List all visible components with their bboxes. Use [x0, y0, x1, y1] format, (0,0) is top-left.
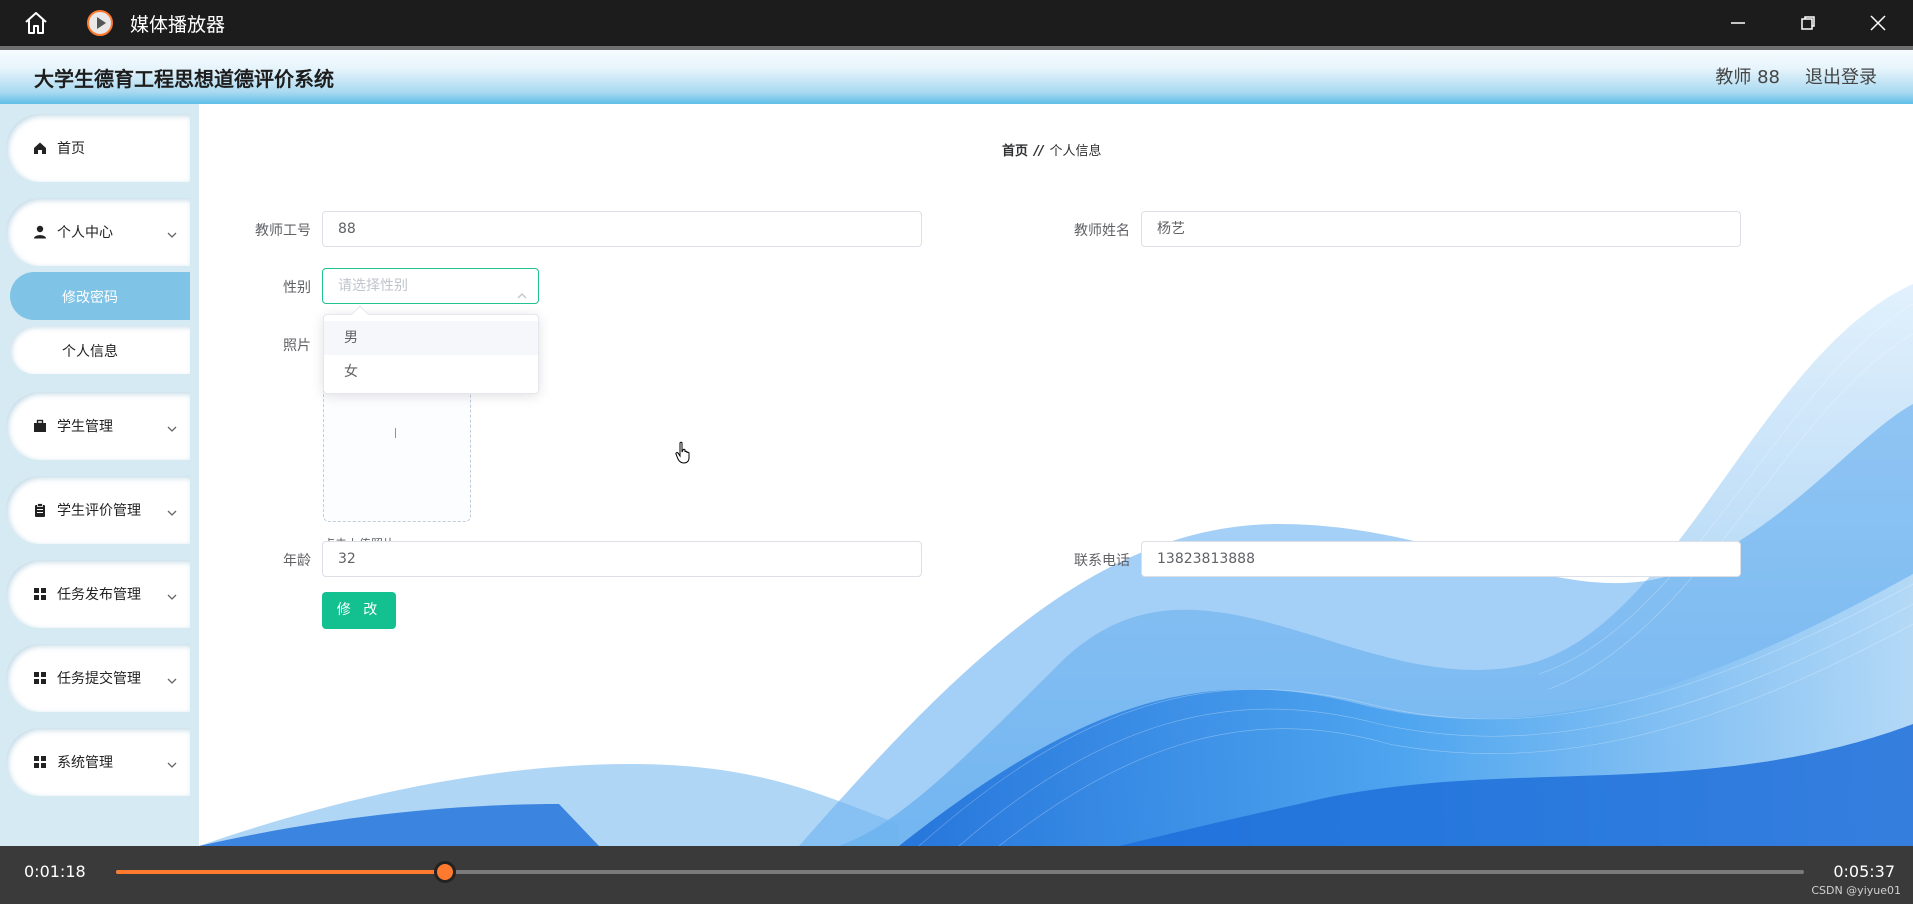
- sidebar-item-student-evaluation[interactable]: 学生评价管理: [6, 476, 190, 544]
- gender-option-male[interactable]: 男: [324, 321, 538, 355]
- sidebar-item-label: 系统管理: [57, 755, 113, 771]
- current-user: 教师 88: [1715, 67, 1780, 88]
- teacher-name-label: 教师姓名: [1074, 223, 1130, 239]
- sidebar-item-label: 学生管理: [57, 419, 113, 435]
- seek-bar[interactable]: [116, 861, 1804, 883]
- chevron-down-icon: [166, 420, 178, 432]
- phone-input[interactable]: 13823813888: [1141, 541, 1741, 577]
- submit-button[interactable]: 修 改: [322, 592, 396, 629]
- chevron-down-icon: [166, 504, 178, 516]
- sidebar-item-personal-center[interactable]: 个人中心: [6, 198, 190, 266]
- breadcrumb-home[interactable]: 首页: [1002, 144, 1028, 159]
- close-icon[interactable]: [1843, 0, 1913, 46]
- sidebar-item-system-management[interactable]: 系统管理: [6, 728, 190, 796]
- play-circle-icon: [86, 9, 114, 37]
- chevron-down-icon: [166, 672, 178, 684]
- chevron-down-icon: [166, 226, 178, 238]
- briefcase-icon: [32, 418, 48, 434]
- app-header: 大学生德育工程思想道德评价系统 教师 88 退出登录: [0, 46, 1913, 104]
- sidebar-item-label: 学生评价管理: [57, 503, 141, 519]
- sidebar-item-label: 个人中心: [57, 225, 113, 241]
- sidebar-item-label: 任务提交管理: [57, 671, 141, 687]
- watermark: CSDN @yiyue01: [1811, 884, 1901, 897]
- age-input[interactable]: 32: [322, 541, 922, 577]
- grid-icon: [32, 586, 48, 602]
- current-time: 0:01:18: [24, 862, 86, 881]
- sidebar-subitem-change-password[interactable]: 修改密码: [10, 272, 190, 320]
- photo-label: 照片: [283, 338, 311, 354]
- gender-dropdown: 男 女: [323, 305, 539, 394]
- sidebar-subitem-label: 个人信息: [62, 344, 118, 360]
- sidebar-item-label: 首页: [57, 141, 85, 157]
- sidebar-item-student-management[interactable]: 学生管理: [6, 392, 190, 460]
- sidebar-item-home[interactable]: 首页: [6, 114, 190, 182]
- teacher-name-input[interactable]: 杨艺: [1141, 211, 1741, 247]
- window-titlebar: 媒体播放器: [0, 0, 1913, 46]
- media-playback-bar: 0:01:18 0:05:37 CSDN @yiyue01: [0, 846, 1913, 904]
- teacher-id-input[interactable]: 88: [322, 211, 922, 247]
- sidebar-item-label: 任务发布管理: [57, 587, 141, 603]
- window-controls: [1703, 0, 1913, 46]
- photo-upload-area[interactable]: [323, 374, 471, 522]
- teacher-id-label: 教师工号: [255, 223, 311, 239]
- age-label: 年龄: [283, 553, 311, 569]
- sidebar-subitem-label: 修改密码: [62, 290, 118, 306]
- hand-cursor-icon: [675, 441, 690, 464]
- sidebar-item-task-submit[interactable]: 任务提交管理: [6, 644, 190, 712]
- breadcrumb: 首页 // 个人信息: [1002, 140, 1102, 159]
- sidebar-subitem-personal-info[interactable]: 个人信息: [10, 326, 190, 374]
- total-time: 0:05:37: [1833, 862, 1895, 881]
- app-title: 大学生德育工程思想道德评价系统: [34, 67, 334, 91]
- grid-icon: [32, 670, 48, 686]
- seek-bar-progress: [116, 870, 446, 874]
- sidebar-item-task-publish[interactable]: 任务发布管理: [6, 560, 190, 628]
- restore-icon[interactable]: [1773, 0, 1843, 46]
- grid-icon: [32, 754, 48, 770]
- gender-option-female[interactable]: 女: [324, 355, 538, 389]
- sidebar: 首页 个人中心 修改密码 个人信息 学生管理 学生评价管理 任务发布管理 任务提…: [0, 104, 199, 846]
- window-title: 媒体播放器: [130, 13, 226, 36]
- phone-label: 联系电话: [1074, 553, 1130, 569]
- breadcrumb-current: 个人信息: [1049, 144, 1102, 159]
- chevron-up-icon: [516, 281, 528, 299]
- minimize-icon[interactable]: [1703, 0, 1773, 46]
- chevron-down-icon: [166, 588, 178, 600]
- logout-link[interactable]: 退出登录: [1805, 63, 1877, 89]
- main-content: 首页//个人信息 教师工号 88 教师姓名 杨艺 性别 请选择性别 照片 点击上…: [199, 104, 1913, 846]
- user-icon: [32, 224, 48, 240]
- seek-bar-thumb[interactable]: [434, 861, 457, 883]
- app-viewport: 大学生德育工程思想道德评价系统 教师 88 退出登录 首页 个人中心 修改密码 …: [0, 46, 1913, 846]
- breadcrumb-separator: //: [1034, 144, 1044, 159]
- plus-icon: [395, 428, 396, 438]
- gender-placeholder: 请选择性别: [338, 278, 408, 294]
- home-icon: [32, 140, 48, 156]
- home-icon[interactable]: [0, 0, 72, 46]
- gender-select[interactable]: 请选择性别: [322, 268, 539, 304]
- gender-label: 性别: [283, 280, 311, 296]
- clipboard-icon: [32, 502, 48, 518]
- chevron-down-icon: [166, 756, 178, 768]
